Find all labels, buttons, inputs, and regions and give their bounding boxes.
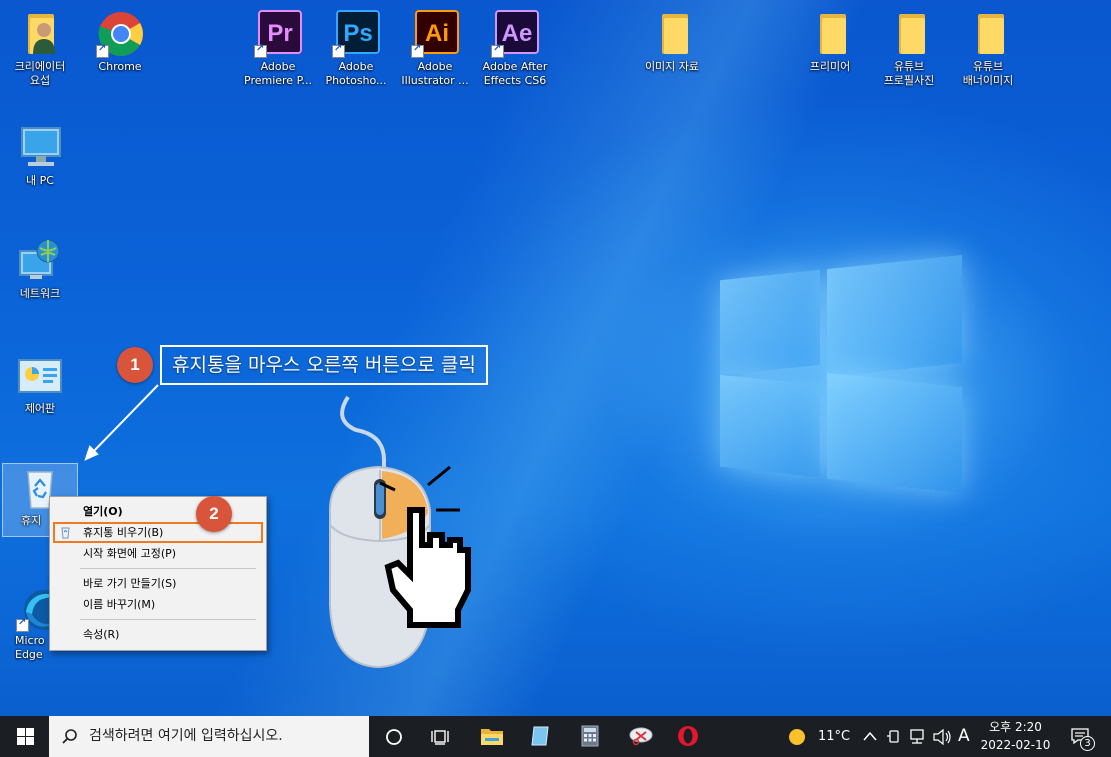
task-view-button[interactable]: [416, 716, 464, 757]
notification-count-badge: 3: [1080, 736, 1095, 751]
menu-item-rename[interactable]: 이름 바꾸기(M): [50, 594, 266, 615]
taskbar-search-box[interactable]: 검색하려면 여기에 입력하십시오.: [49, 716, 369, 757]
clock-time: 오후 2:20: [989, 720, 1042, 734]
menu-item-create-shortcut[interactable]: 바로 가기 만들기(S): [50, 573, 266, 594]
start-button[interactable]: [0, 716, 48, 757]
network-ethernet-icon[interactable]: [908, 728, 926, 746]
mouse-illustration: [329, 395, 471, 669]
context-menu: 열기(O) 휴지통 비우기(B) 시작 화면에 고정(P) 바로 가기 만들기(…: [49, 496, 267, 651]
menu-item-label: 이름 바꾸기(M): [83, 598, 156, 611]
recycle-bin-small-icon: [61, 527, 70, 539]
step-2-badge: 2: [196, 496, 232, 532]
taskbar-file-explorer[interactable]: [468, 716, 516, 757]
highlight-box: [53, 522, 263, 543]
menu-item-label: 열기(O): [83, 505, 123, 518]
taskbar-notepad-app[interactable]: [516, 716, 564, 757]
menu-separator: [80, 568, 256, 569]
menu-item-label: 속성(R): [83, 628, 120, 641]
taskbar-snipping-tool[interactable]: [616, 716, 664, 757]
taskbar-calculator[interactable]: [566, 716, 614, 757]
clock-date: 2022-02-10: [980, 738, 1051, 752]
menu-item-properties[interactable]: 속성(R): [50, 624, 266, 645]
chevron-up-icon[interactable]: [862, 730, 878, 742]
task-view-icon: [431, 730, 449, 745]
menu-separator: [80, 619, 256, 620]
menu-item-empty-recycle-bin[interactable]: 휴지통 비우기(B): [50, 522, 266, 543]
cortana-button[interactable]: [370, 716, 418, 757]
search-placeholder: 검색하려면 여기에 입력하십시오.: [89, 728, 283, 744]
meet-now-icon[interactable]: [886, 728, 902, 746]
taskbar-clock[interactable]: 오후 2:20 2022-02-10: [978, 718, 1053, 754]
windows-logo-icon: [17, 728, 25, 736]
step-1-badge: 1: [117, 347, 153, 383]
step-1-instruction: 휴지통을 마우스 오른쪽 버튼으로 클릭: [160, 345, 488, 385]
snipping-tool-icon: [629, 727, 653, 746]
menu-item-label: 시작 화면에 고정(P): [83, 547, 177, 560]
opera-icon: [678, 726, 698, 746]
weather-temperature[interactable]: 11°C: [818, 716, 850, 757]
file-explorer-icon: [481, 729, 503, 745]
volume-speaker-icon[interactable]: [932, 728, 952, 746]
notification-center-button[interactable]: 3: [1062, 716, 1102, 757]
calculator-icon: [581, 725, 599, 747]
menu-item-label: 바로 가기 만들기(S): [83, 577, 177, 590]
menu-item-open[interactable]: 열기(O): [50, 501, 266, 522]
taskbar: 검색하려면 여기에 입력하십시오. 11°C A 오후 2:20 2022-02…: [0, 716, 1111, 757]
cortana-circle-icon: [386, 729, 402, 745]
search-icon: [62, 729, 77, 744]
weather-sun-icon[interactable]: [787, 727, 807, 747]
notepad-icon: [531, 726, 549, 746]
taskbar-opera-browser[interactable]: [664, 716, 712, 757]
input-method-indicator[interactable]: A: [958, 716, 970, 757]
menu-item-pin-to-start[interactable]: 시작 화면에 고정(P): [50, 543, 266, 564]
